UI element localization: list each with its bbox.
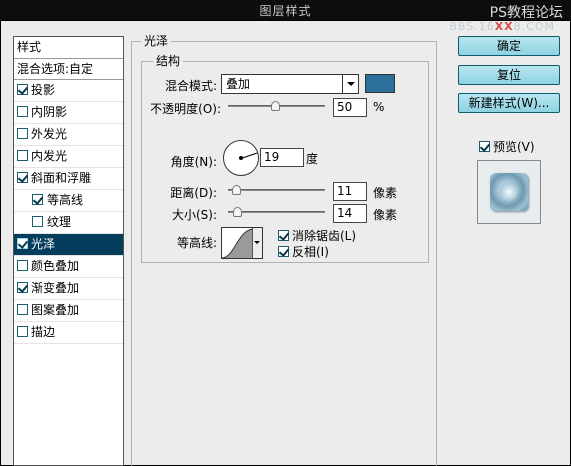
antialias-checkbox[interactable] [278, 230, 289, 241]
watermark-url: BBS.16XX8.COM [449, 20, 555, 33]
style-item[interactable]: 颜色叠加 [14, 256, 123, 278]
contour-label: 等高线: [176, 236, 217, 250]
style-item-label: 外发光 [31, 127, 68, 141]
invert-label: 反相(I) [292, 245, 329, 259]
satin-color-swatch[interactable] [365, 74, 395, 93]
style-item-label: 投影 [31, 83, 56, 97]
size-slider-thumb[interactable] [233, 207, 242, 217]
size-label: 大小(S): [171, 208, 217, 222]
antialias-label: 消除锯齿(L) [292, 229, 357, 243]
watermark-url-prefix: BBS.16 [449, 20, 495, 33]
invert-checkbox[interactable] [278, 246, 289, 257]
style-item[interactable]: 描边 [14, 322, 123, 344]
preview-option[interactable]: 预览(V) [479, 138, 535, 155]
style-item[interactable]: 投影 [14, 80, 123, 102]
style-item-label: 描边 [31, 325, 56, 339]
ok-button[interactable]: 确定 [458, 36, 560, 56]
style-item[interactable]: 纹理 [14, 212, 123, 234]
style-list: 样式 混合选项:自定 投影内阴影外发光内发光斜面和浮雕等高线纹理光泽颜色叠加渐变… [13, 36, 124, 466]
style-item-label: 内发光 [31, 149, 68, 163]
style-item-checkbox[interactable] [32, 216, 43, 227]
style-item[interactable]: 光泽 [14, 234, 123, 256]
structure-group-title: 结构 [153, 52, 184, 69]
size-slider-track[interactable] [228, 211, 325, 213]
style-item[interactable]: 等高线 [14, 190, 123, 212]
style-item-checkbox[interactable] [17, 260, 28, 271]
angle-dial-center [239, 156, 243, 160]
style-item[interactable]: 外发光 [14, 124, 123, 146]
style-item-checkbox[interactable] [17, 326, 28, 337]
style-item[interactable]: 图案叠加 [14, 300, 123, 322]
contour-dropdown-arrow[interactable] [252, 228, 262, 258]
contour-picker[interactable] [221, 227, 263, 259]
opacity-unit: % [373, 100, 385, 114]
style-item[interactable]: 内阴影 [14, 102, 123, 124]
style-preview-swatch [490, 173, 528, 211]
chevron-down-icon[interactable] [342, 75, 358, 93]
style-item[interactable]: 斜面和浮雕 [14, 168, 123, 190]
style-item-label: 光泽 [31, 237, 56, 251]
new-style-button[interactable]: 新建样式(W)... [458, 93, 560, 113]
layer-style-dialog: 样式 混合选项:自定 投影 内阴影 外发光 内发光 斜面和浮雕 等高线 纹理 光泽 颜色叠加 渐变… [0, 20, 571, 466]
watermark-url-mark: XX [494, 20, 514, 33]
opacity-slider-thumb[interactable] [271, 101, 280, 111]
watermark-text: PS教程论坛 [489, 5, 563, 21]
angle-unit: 度 [306, 152, 319, 166]
style-item-checkbox[interactable] [17, 106, 28, 117]
angle-label: 角度(N): [170, 155, 217, 169]
angle-dial[interactable] [223, 140, 259, 176]
distance-slider-thumb[interactable] [232, 185, 241, 195]
contour-curve-icon [222, 228, 254, 258]
style-item-checkbox[interactable] [17, 304, 28, 315]
style-item-label: 内阴影 [31, 105, 68, 119]
preview-checkbox[interactable] [479, 141, 490, 152]
angle-dial-hand [241, 152, 258, 159]
preview-label: 预览(V) [493, 140, 535, 154]
style-item-label: 等高线 [47, 193, 84, 207]
satin-group-title: 光泽 [141, 32, 172, 49]
style-item-checkbox[interactable] [17, 128, 28, 139]
opacity-label: 不透明度(O): [150, 102, 221, 116]
distance-slider-track[interactable] [228, 189, 325, 191]
watermark-url-suffix: 8.COM [513, 20, 555, 33]
blend-mode-select[interactable]: 叠加 [221, 74, 359, 94]
style-preview-thumbnail [477, 160, 541, 224]
style-item-label: 斜面和浮雕 [31, 171, 92, 185]
style-item-label: 图案叠加 [31, 303, 80, 317]
size-unit: 像素 [373, 208, 398, 222]
style-item[interactable]: 渐变叠加 [14, 278, 123, 300]
title-bar: 图层样式 PS教程论坛 [0, 0, 571, 21]
reset-button[interactable]: 复位 [458, 65, 560, 85]
blend-mode-label: 混合模式: [164, 79, 217, 93]
style-item-label: 颜色叠加 [31, 259, 80, 273]
window-title: 图层样式 [259, 4, 312, 18]
opacity-input[interactable]: 50 [333, 98, 367, 117]
distance-label: 距离(D): [170, 186, 217, 200]
style-item-checkbox[interactable] [17, 238, 28, 249]
distance-unit: 像素 [373, 186, 398, 200]
style-item-checkbox[interactable] [32, 194, 43, 205]
blend-options-item[interactable]: 混合选项:自定 [14, 59, 123, 80]
distance-input[interactable]: 11 [333, 182, 367, 201]
style-items: 投影内阴影外发光内发光斜面和浮雕等高线纹理光泽颜色叠加渐变叠加图案叠加描边 [14, 80, 123, 344]
style-item-label: 渐变叠加 [31, 281, 80, 295]
style-list-header[interactable]: 样式 [14, 37, 123, 59]
style-item-label: 纹理 [47, 215, 72, 229]
style-item-checkbox[interactable] [17, 172, 28, 183]
style-item-checkbox[interactable] [17, 282, 28, 293]
size-input[interactable]: 14 [333, 204, 367, 223]
invert-option[interactable]: 反相(I) [278, 243, 329, 260]
antialias-option[interactable]: 消除锯齿(L) [278, 227, 356, 244]
blend-mode-value: 叠加 [226, 77, 251, 91]
style-item[interactable]: 内发光 [14, 146, 123, 168]
style-item-checkbox[interactable] [17, 84, 28, 95]
style-item-checkbox[interactable] [17, 150, 28, 161]
angle-input[interactable]: 19 [260, 148, 304, 167]
